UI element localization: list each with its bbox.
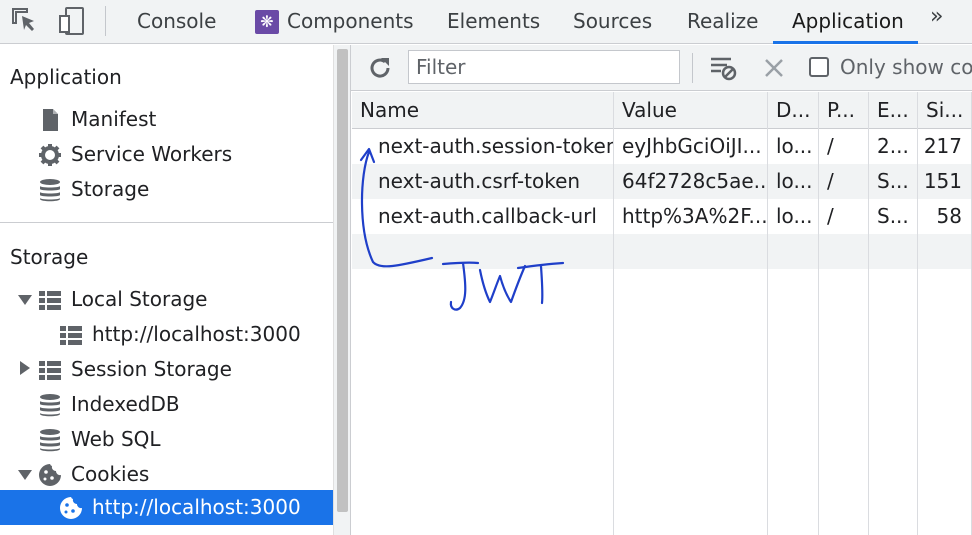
cookie-icon	[39, 464, 61, 486]
column-divider[interactable]	[767, 92, 768, 535]
cookie-size: 58	[936, 204, 962, 228]
sidebar-item-label: Cookies	[71, 462, 150, 486]
tab-elements[interactable]: Elements	[447, 0, 540, 43]
column-header-name[interactable]: Name	[352, 92, 613, 129]
devtools-tab-bar: Console ❋ Components Elements Sources Re…	[0, 0, 972, 44]
gear-icon	[39, 144, 61, 166]
cookie-icon	[60, 497, 82, 519]
cookie-size: 151	[923, 169, 962, 193]
cookie-value: http%3A%2F...	[622, 204, 767, 228]
more-tabs-chevron-icon[interactable]: »	[930, 4, 944, 29]
active-tab-indicator	[773, 41, 918, 44]
sidebar-item-label: http://localhost:3000	[92, 322, 301, 346]
table-header: Name Value D... P... E... Si...	[352, 92, 972, 129]
device-toolbar-icon[interactable]	[57, 6, 87, 36]
tab-console[interactable]: Console	[137, 0, 216, 43]
column-header-value[interactable]: Value	[614, 92, 767, 129]
table-row[interactable]: next-auth.csrf-token 64f2728c5ae... lo..…	[352, 164, 972, 199]
cookie-expires: S...	[877, 169, 909, 193]
cookie-path: /	[827, 169, 834, 193]
column-header-path[interactable]: P...	[819, 92, 868, 129]
sidebar-item-label: Storage	[71, 177, 150, 201]
cookie-expires: S...	[877, 204, 909, 228]
expand-arrow-right-icon[interactable]	[20, 361, 30, 375]
sidebar-item-label: Web SQL	[71, 427, 161, 451]
table-row[interactable]: next-auth.session-token eyJhbGciOiJI... …	[352, 129, 972, 164]
cookies-toolbar: Only show coo	[351, 45, 972, 91]
column-header-size[interactable]: Si...	[918, 92, 972, 129]
sidebar-divider	[0, 222, 333, 223]
sidebar-item-label: Service Workers	[71, 142, 233, 166]
tab-components[interactable]: Components	[287, 0, 414, 43]
column-divider[interactable]	[917, 92, 918, 535]
refresh-icon[interactable]	[367, 55, 393, 81]
tab-application[interactable]: Application	[792, 0, 904, 43]
database-icon	[40, 179, 60, 202]
cookie-value: eyJhbGciOiJI...	[622, 134, 762, 158]
expand-arrow-down-icon[interactable]	[18, 295, 32, 305]
column-divider[interactable]	[818, 92, 819, 535]
delete-selected-icon[interactable]	[763, 57, 785, 79]
column-header-domain[interactable]: D...	[768, 92, 818, 129]
application-sidebar: Application Manifest Service Workers Sto…	[0, 45, 333, 535]
table-row[interactable]	[352, 234, 972, 269]
cookie-expires: 2...	[877, 134, 909, 158]
react-icon: ❋	[255, 10, 279, 34]
grid-icon	[60, 326, 82, 345]
cookie-size: 217	[923, 134, 962, 158]
database-icon	[40, 429, 60, 452]
column-divider[interactable]	[868, 92, 869, 535]
sidebar-scrollbar[interactable]	[333, 45, 351, 535]
sidebar-item-label: Manifest	[71, 107, 157, 131]
cookie-name: next-auth.session-token	[378, 134, 613, 158]
clear-filtered-cookies-icon[interactable]	[709, 55, 737, 81]
cookie-name: next-auth.callback-url	[378, 204, 597, 228]
tab-sources[interactable]: Sources	[573, 0, 652, 43]
cookie-domain: lo...	[776, 169, 813, 193]
cookie-value: 64f2728c5ae...	[622, 169, 767, 193]
cookie-path: /	[827, 134, 834, 158]
sidebar-item-label: http://localhost:3000	[92, 495, 301, 519]
grid-icon	[39, 361, 61, 380]
table-row[interactable]: next-auth.callback-url http%3A%2F... lo.…	[352, 199, 972, 234]
cookies-table: Name Value D... P... E... Si... next-aut…	[352, 92, 972, 535]
cookie-domain: lo...	[776, 134, 813, 158]
sidebar-heading-application: Application	[10, 65, 122, 89]
column-header-expires[interactable]: E...	[869, 92, 917, 129]
toolbar-separator	[692, 53, 693, 83]
expand-arrow-down-icon[interactable]	[18, 470, 32, 480]
inspect-element-icon[interactable]	[10, 6, 40, 36]
only-show-issues-label: Only show coo	[840, 55, 972, 79]
cookie-domain: lo...	[776, 204, 813, 228]
sidebar-heading-storage: Storage	[10, 245, 89, 269]
column-divider[interactable]	[613, 92, 614, 535]
file-icon	[43, 109, 58, 131]
tab-realize[interactable]: Realize	[687, 0, 758, 43]
filter-input[interactable]	[408, 50, 680, 84]
sidebar-item-label: Session Storage	[71, 357, 232, 381]
database-icon	[40, 394, 60, 417]
sidebar-scrollbar-thumb[interactable]	[337, 49, 348, 512]
toolbar-separator	[105, 6, 106, 36]
cookie-path: /	[827, 204, 834, 228]
sidebar-item-label: Local Storage	[71, 287, 208, 311]
sidebar-item-label: IndexedDB	[71, 392, 180, 416]
grid-icon	[39, 291, 61, 310]
cookie-name: next-auth.csrf-token	[378, 169, 581, 193]
sidebar-item-cookies-localhost[interactable]: http://localhost:3000	[0, 490, 333, 525]
only-show-issues-checkbox[interactable]	[809, 57, 829, 77]
